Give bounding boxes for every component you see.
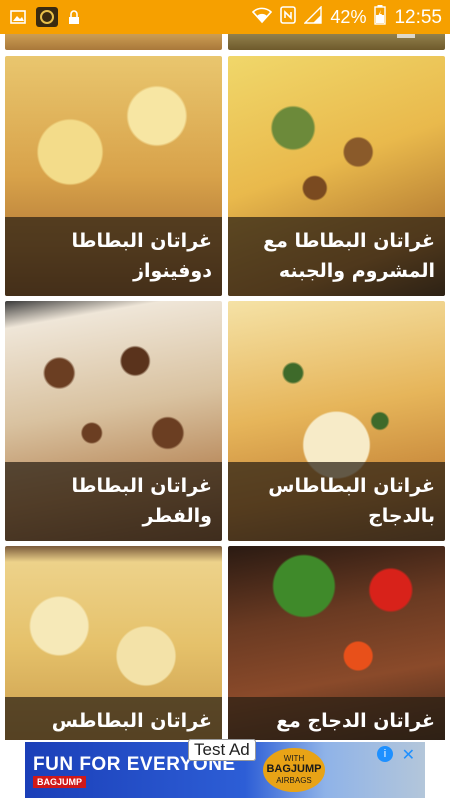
recipe-card[interactable]: غراتان البطاطا والفطر (5, 301, 222, 541)
nfc-icon (280, 6, 297, 29)
recipe-card[interactable]: غراتان البطاطا دوفينواز (5, 56, 222, 296)
partial-caption-fragment (397, 34, 415, 38)
ad-brand-logo: BAGJUMP (33, 776, 87, 788)
recipe-title: غراتان البطاطس (5, 696, 222, 740)
battery-icon (374, 5, 387, 30)
recipe-card[interactable]: غراتان الدجاج مع (228, 546, 445, 740)
lock-icon (68, 9, 80, 29)
wifi-icon (252, 6, 273, 29)
recipe-card-partial-left[interactable] (5, 34, 222, 50)
recipe-card[interactable]: غراتان البطاطا مع المشروم والجبنه (228, 56, 445, 296)
recipe-card[interactable]: غراتان البطاطس (5, 546, 222, 740)
recipe-card-partial-right[interactable] (228, 34, 445, 50)
app-icon (36, 7, 58, 31)
signal-icon (303, 5, 323, 29)
recipe-card[interactable]: غراتان البطاطاس بالدجاج (228, 301, 445, 541)
image-icon (10, 9, 26, 29)
ad-badge-line2: BAGJUMP (266, 763, 322, 775)
recipe-title: غراتان البطاطا دوفينواز (5, 217, 222, 296)
recipe-title: غراتان الدجاج مع (228, 696, 445, 740)
test-ad-label: Test Ad (188, 739, 256, 761)
clock: 12:55 (394, 6, 442, 28)
battery-percent: 42% (330, 7, 367, 27)
recipe-grid[interactable]: غراتان البطاطا مع المشروم والجبنه غراتان… (0, 34, 450, 740)
recipe-title: غراتان البطاطا مع المشروم والجبنه (228, 217, 445, 296)
ad-close-icon[interactable]: ✕ (402, 745, 415, 765)
recipe-title: غراتان البطاطاس بالدجاج (228, 462, 445, 541)
ad-info-icon[interactable]: i (377, 746, 393, 762)
ad-badge-line3: AIRBAGS (276, 776, 312, 785)
ad-badge: WITH BAGJUMP AIRBAGS (263, 748, 325, 792)
recipe-title: غراتان البطاطا والفطر (5, 462, 222, 541)
status-bar: 42% 12:55 (0, 0, 450, 34)
